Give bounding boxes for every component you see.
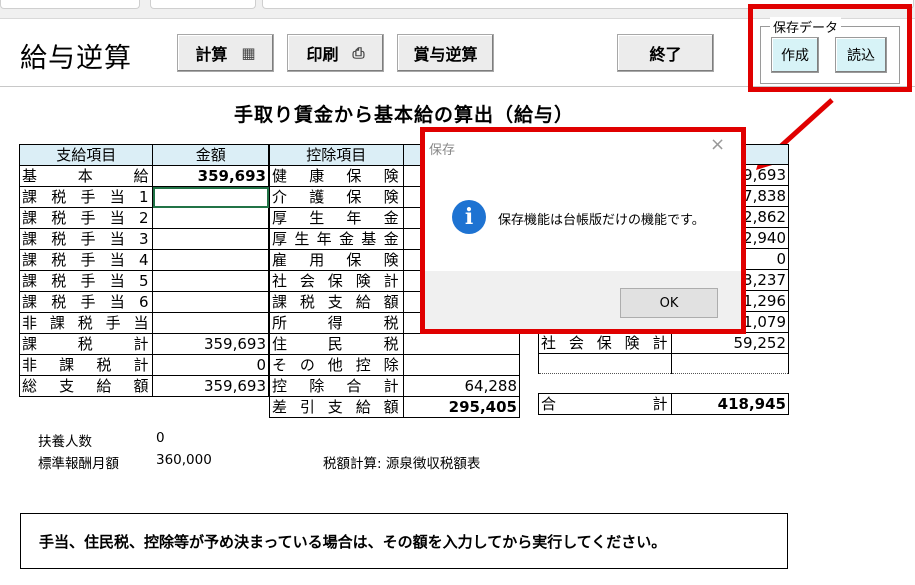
base-salary-cell[interactable]: 359,693 [152, 165, 269, 187]
value-cell: 359,693 [152, 375, 269, 397]
print-button[interactable]: 印刷 ⎙ [287, 34, 384, 72]
column-header: 金額 [152, 144, 269, 166]
dialog-message: 保存機能は台帳版だけの機能です。 [498, 213, 705, 228]
row-label: 住民税 [269, 333, 404, 355]
calculator-icon: ▦ [241, 44, 256, 62]
save-create-button[interactable]: 作成 [771, 37, 819, 73]
table-row: 非課税計 0 [18, 354, 269, 376]
save-load-button[interactable]: 読込 [835, 37, 887, 73]
table-row: 控除合計 64,288 [269, 375, 521, 397]
row-label: 非課税計 [18, 354, 154, 376]
standard-pay-value: 360,000 [156, 452, 212, 468]
total-cell: 418,945 [671, 393, 789, 415]
row-label [537, 353, 673, 374]
calc-button-label: 計算 [195, 45, 228, 64]
table-header-row: 支給項目 金額 [18, 144, 269, 166]
row-label: 基本給 [18, 165, 154, 187]
table-row: 課税手当6 [18, 291, 269, 313]
row-label: 介護保険 [269, 186, 404, 208]
value-cell[interactable] [152, 291, 269, 313]
row-label: 課税支給額 [269, 291, 404, 313]
value-cell[interactable] [402, 354, 521, 376]
row-label: 課税手当1 [18, 186, 154, 208]
row-label: 課税手当5 [18, 270, 154, 292]
table-row: 課税手当1 [18, 186, 269, 208]
instruction-message: 手当、住民税、控除等が予め決まっている場合は、その額を入力してから実行してくださ… [20, 513, 788, 569]
table-row: 合計 418,945 [537, 393, 789, 415]
printer-icon: ⎙ [352, 44, 365, 62]
row-label: 差引支給額 [269, 396, 404, 418]
exit-button[interactable]: 終了 [617, 34, 714, 72]
row-label: 総支給額 [18, 375, 154, 397]
table-row [539, 374, 789, 394]
dialog-title: 保存 [429, 143, 456, 158]
row-label: 課税手当4 [18, 249, 154, 271]
row-label: 課税手当2 [18, 207, 154, 229]
table-row: 課税手当4 [18, 249, 269, 271]
close-icon[interactable]: × [710, 134, 725, 155]
calc-button[interactable]: 計算 ▦ [177, 34, 274, 72]
row-label: その他控除 [269, 354, 404, 376]
row-label: 雇用保険 [269, 249, 404, 271]
column-header: 支給項目 [18, 144, 154, 166]
value-cell[interactable] [402, 333, 521, 355]
value-cell[interactable] [152, 228, 269, 250]
row-label: 所得税 [269, 312, 404, 334]
value-cell[interactable] [152, 270, 269, 292]
window-tab[interactable] [150, 0, 256, 9]
row-label: 控除合計 [269, 375, 404, 397]
row-label: 健康保険 [269, 165, 404, 187]
sheet-heading: 手取り賃金から基本給の算出（給与） [233, 104, 574, 126]
table-row: 住民税 [269, 333, 521, 355]
table-row [537, 353, 789, 374]
value-cell: 59,252 [671, 332, 789, 354]
table-row: 社会保険計 59,252 [537, 332, 789, 354]
row-label: 課税手当3 [18, 228, 154, 250]
tax-calc-method: 税額計算: 源泉徴収税額表 [323, 456, 481, 472]
value-cell[interactable] [152, 207, 269, 229]
standard-pay-label: 標準報酬月額 [38, 456, 119, 472]
row-spacer [539, 374, 672, 394]
table-row: 課税計 359,693 [18, 333, 269, 355]
value-cell[interactable] [152, 312, 269, 334]
row-label: 社会保険計 [269, 270, 404, 292]
row-label: 厚生年金基金 [269, 228, 404, 250]
table-row: 基本給 359,693 [18, 165, 269, 187]
save-data-legend: 保存データ [770, 17, 842, 36]
table-row: 課税手当5 [18, 270, 269, 292]
row-label: 非課税手当 [18, 312, 154, 334]
row-spacer [672, 374, 789, 394]
bonus-calc-button[interactable]: 賞与逆算 [397, 34, 494, 72]
value-cell [671, 353, 789, 374]
row-label: 社会保険計 [537, 332, 673, 354]
value-cell: 0 [152, 354, 269, 376]
value-cell: 359,693 [152, 333, 269, 355]
window-tab[interactable] [0, 0, 140, 9]
row-label: 課税手当6 [18, 291, 154, 313]
row-label: 厚生年金 [269, 207, 404, 229]
selected-cell[interactable] [152, 186, 269, 208]
table-row: 非課税手当 [18, 312, 269, 334]
ok-button[interactable]: OK [620, 288, 718, 318]
net-pay-cell: 295,405 [402, 396, 521, 418]
table-row: 差引支給額 295,405 [269, 396, 521, 418]
dependents-value: 0 [156, 430, 165, 446]
table-row: 総支給額 359,693 [18, 375, 269, 397]
value-cell: 64,288 [402, 375, 521, 397]
payment-table: 支給項目 金額 基本給 359,693 課税手当1 課税手当2 課税手当3 課税手… [18, 144, 269, 397]
row-label: 合計 [537, 393, 673, 415]
table-row: その他控除 [269, 354, 521, 376]
row-label: 課税計 [18, 333, 154, 355]
info-icon: i [452, 200, 486, 234]
table-row: 課税手当3 [18, 228, 269, 250]
value-cell[interactable] [152, 249, 269, 271]
column-header: 控除項目 [269, 144, 404, 166]
print-button-label: 印刷 [306, 45, 339, 64]
app-title: 給与逆算 [20, 43, 132, 74]
dependents-label: 扶養人数 [38, 434, 92, 450]
table-row: 課税手当2 [18, 207, 269, 229]
